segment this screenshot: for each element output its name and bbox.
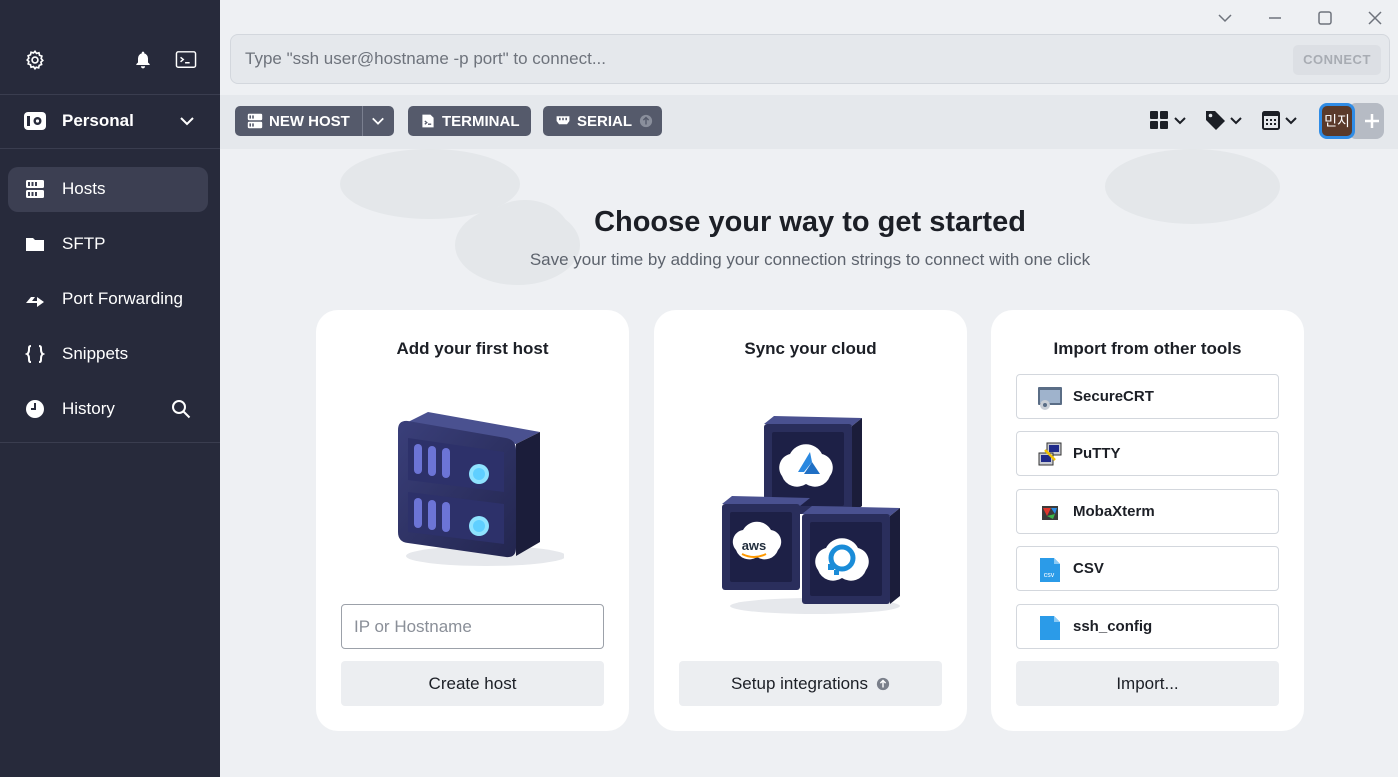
new-host-button[interactable]: NEW HOST [235, 106, 394, 136]
import-mobaxterm-button[interactable]: MobaXterm [1016, 489, 1279, 534]
minimize-icon[interactable] [1265, 8, 1285, 28]
server-illustration-icon [398, 412, 564, 566]
terminal-icon [422, 114, 434, 128]
close-icon[interactable] [1365, 8, 1385, 28]
connect-button[interactable]: CONNECT [1293, 45, 1381, 75]
import-tool-label: PuTTY [1073, 445, 1121, 462]
plus-icon [1365, 114, 1379, 128]
folder-icon [26, 238, 44, 251]
chevron-down-icon [180, 117, 194, 126]
clock-icon [26, 400, 44, 418]
tag-icon[interactable] [1204, 109, 1246, 133]
create-host-button[interactable]: Create host [341, 661, 604, 706]
quick-connect-input[interactable] [231, 35, 1271, 83]
calendar-sort-icon[interactable] [1261, 109, 1303, 133]
page-subtitle: Save your time by adding your connection… [529, 250, 1091, 269]
terminal-button[interactable]: TERMINAL [408, 106, 531, 136]
import-ssh-config-button[interactable]: ssh_config [1016, 604, 1279, 649]
sidebar-item-port-forwarding[interactable]: Port Forwarding [8, 277, 208, 322]
sidebar-item-sftp[interactable]: SFTP [8, 222, 208, 267]
chevron-down-icon[interactable] [1215, 8, 1235, 28]
sidebar-item-label: History [62, 399, 115, 418]
serial-port-icon [556, 116, 570, 125]
hosts-icon [26, 180, 44, 198]
grid-view-icon[interactable] [1148, 109, 1190, 133]
vault-name: Personal [62, 111, 134, 130]
card-title: Sync your cloud [744, 339, 877, 358]
mobaxterm-icon [1042, 506, 1058, 520]
serial-label: SERIAL [577, 112, 633, 130]
terminal-label: TERMINAL [442, 112, 520, 130]
hostname-input[interactable] [341, 604, 604, 649]
hosts-icon [247, 113, 263, 129]
terminal-window-icon[interactable] [175, 50, 197, 70]
putty-icon [1038, 442, 1062, 466]
sidebar-item-label: Hosts [62, 179, 106, 198]
maximize-icon[interactable] [1315, 8, 1335, 28]
quick-connect-bar: CONNECT [230, 34, 1390, 84]
file-icon [1040, 616, 1060, 640]
svg-text:csv: csv [1044, 572, 1055, 579]
settings-gear-icon[interactable] [24, 49, 46, 71]
upgrade-icon [639, 114, 653, 128]
import-securecrt-button[interactable]: SecureCRT [1016, 374, 1279, 419]
card-title: Import from other tools [1053, 339, 1242, 358]
sidebar-item-snippets[interactable]: Snippets [8, 332, 208, 377]
import-putty-button[interactable]: PuTTY [1016, 431, 1279, 476]
chevron-down-icon[interactable] [371, 114, 385, 128]
sidebar: Personal Hosts SFTP Port Forwarding Snip… [0, 0, 220, 777]
csv-file-icon: csv [1040, 558, 1060, 582]
serial-button[interactable]: SERIAL [543, 106, 662, 136]
avatar[interactable]: 민지 [1319, 103, 1355, 139]
import-button[interactable]: Import... [1016, 661, 1279, 706]
toolbar: NEW HOST TERMINAL SERIAL 민지 [220, 95, 1398, 149]
sidebar-top-bar [0, 0, 220, 95]
vault-icon [24, 112, 46, 130]
sidebar-item-hosts[interactable]: Hosts [8, 167, 208, 212]
sidebar-item-history[interactable]: History [8, 387, 208, 432]
search-icon[interactable] [171, 399, 191, 419]
sidebar-item-label: SFTP [62, 234, 106, 253]
card-title: Add your first host [396, 339, 549, 358]
import-csv-button[interactable]: csv CSV [1016, 546, 1279, 591]
upgrade-icon [876, 677, 890, 690]
import-tool-label: MobaXterm [1073, 503, 1155, 520]
import-tool-label: ssh_config [1073, 618, 1153, 635]
new-host-label: NEW HOST [269, 112, 350, 130]
divider [362, 106, 363, 136]
sidebar-item-label: Port Forwarding [62, 289, 183, 308]
import-tool-label: SecureCRT [1073, 388, 1154, 405]
cloud-providers-illustration-icon: aws [722, 416, 900, 614]
sidebar-nav: Hosts SFTP Port Forwarding Snippets Hist… [0, 149, 220, 443]
sidebar-item-label: Snippets [62, 344, 129, 363]
sync-cloud-card: Sync your cloud aws Setup integrations [654, 310, 967, 731]
import-tool-label: CSV [1073, 560, 1104, 577]
notifications-bell-icon[interactable] [133, 49, 153, 71]
vault-selector[interactable]: Personal [0, 95, 220, 149]
braces-icon [25, 345, 45, 363]
page-title: Choose your way to get started [594, 206, 1026, 238]
port-forward-icon [26, 297, 44, 307]
setup-integrations-label: Setup integrations [730, 673, 869, 693]
add-host-card: Add your first host Create host [316, 310, 629, 731]
import-tools-card: Import from other tools SecureCRT PuTTY … [991, 310, 1304, 731]
svg-text:aws: aws [742, 538, 767, 553]
securecrt-icon [1038, 387, 1062, 410]
setup-integrations-button[interactable]: Setup integrations [679, 661, 942, 706]
